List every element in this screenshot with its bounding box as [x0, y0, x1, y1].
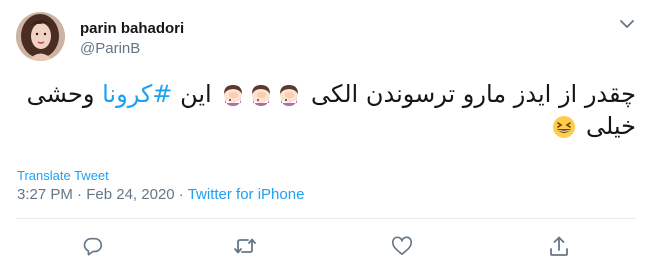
- face-palm-woman-icon: [249, 83, 273, 107]
- reply-icon[interactable]: [79, 232, 107, 260]
- face-palm-woman-icon: [221, 83, 245, 107]
- like-icon[interactable]: [388, 232, 416, 260]
- divider: [16, 218, 636, 219]
- share-icon[interactable]: [545, 232, 573, 260]
- face-palm-woman-icon: [277, 83, 301, 107]
- tweet-text-segment: این: [172, 80, 220, 108]
- meta-separator: ·: [72, 186, 87, 203]
- tweet-time[interactable]: 3:27 PM: [17, 186, 73, 203]
- hashtag-link[interactable]: #کرونا: [102, 80, 172, 108]
- tweet-text: چقدر از ایدز مارو ترسوندن الکی این #کرون…: [16, 78, 636, 142]
- author-name[interactable]: parin bahadori: [80, 20, 184, 37]
- tweet-metadata: 3:27 PM · Feb 24, 2020 · Twitter for iPh…: [17, 186, 304, 203]
- tweet-text-segment: خیلی: [578, 112, 636, 140]
- translate-tweet-link[interactable]: Translate Tweet: [17, 168, 109, 183]
- chevron-down-icon[interactable]: [615, 12, 639, 36]
- tweet-text-segment: چقدر از ایدز مارو ترسوندن الکی: [303, 80, 636, 108]
- tweet-date[interactable]: Feb 24, 2020: [86, 186, 174, 203]
- retweet-icon[interactable]: [231, 232, 259, 260]
- tweet-text-line-1: چقدر از ایدز مارو ترسوندن الکی این #کرون…: [16, 78, 636, 110]
- tweet-text-line-2: خیلی: [16, 110, 636, 142]
- tweet-card: parin bahadori @ParinB چقدر از ایدز مارو…: [0, 0, 652, 273]
- grinning-squinting-face-icon: [552, 115, 576, 139]
- avatar[interactable]: [16, 12, 65, 61]
- meta-separator: ·: [174, 186, 188, 203]
- tweet-source-link[interactable]: Twitter for iPhone: [188, 186, 305, 203]
- tweet-text-segment: وحشی: [26, 80, 103, 108]
- tweet-actions: [0, 232, 652, 260]
- author-handle[interactable]: @ParinB: [80, 40, 140, 57]
